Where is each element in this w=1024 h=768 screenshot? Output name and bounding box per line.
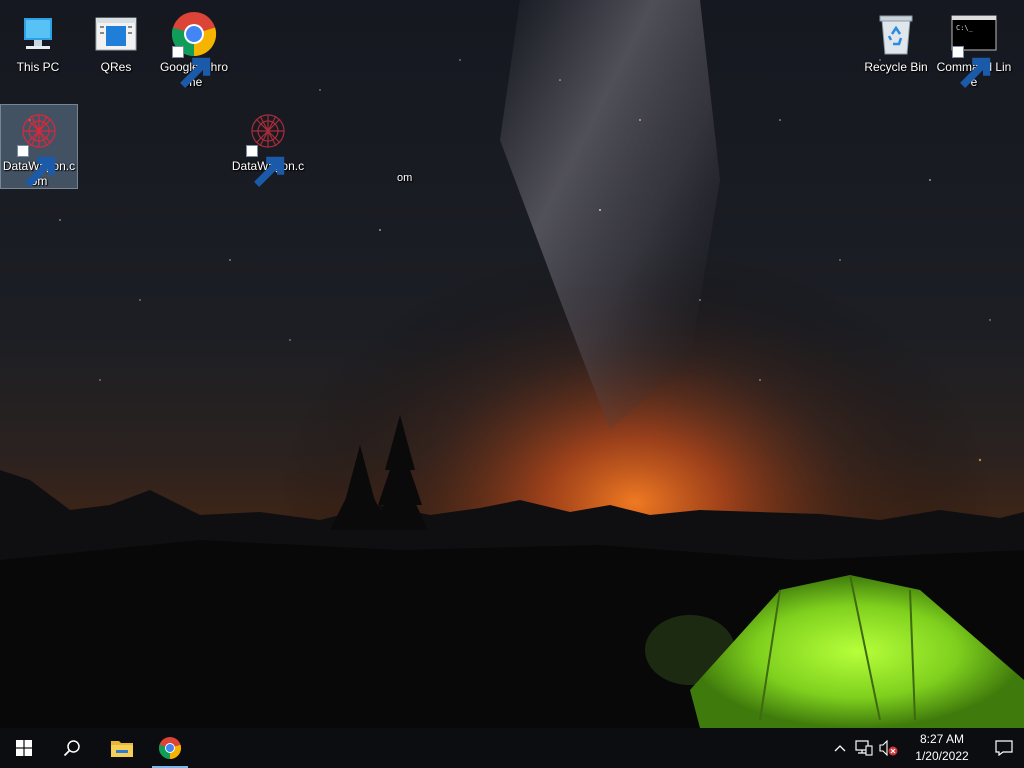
- chevron-up-icon: [834, 745, 846, 752]
- desktop-icon-label: This PC: [16, 60, 60, 74]
- this-pc-icon: [14, 10, 62, 58]
- clock[interactable]: 8:27 AM 1/20/2022: [900, 731, 984, 765]
- chrome-icon: [158, 737, 182, 760]
- datawagon-icon: [244, 109, 292, 187]
- show-hidden-icons-button[interactable]: [828, 728, 852, 768]
- datawagon-icon: [15, 109, 63, 187]
- action-center-button[interactable]: [984, 728, 1024, 768]
- clock-time: 8:27 AM: [919, 732, 965, 746]
- search-icon: [63, 740, 80, 757]
- desktop-icon-label: QRes: [100, 60, 132, 74]
- qres-icon: [92, 10, 140, 58]
- shortcut-arrow-icon: [952, 46, 991, 88]
- shortcut-arrow-icon: [172, 46, 211, 88]
- desktop-icon-recycle-bin[interactable]: Recycle Bin: [858, 6, 934, 75]
- recycle-bin-icon: [872, 10, 920, 58]
- taskbar-file-explorer[interactable]: [98, 728, 146, 768]
- search-button[interactable]: [48, 728, 96, 768]
- desktop[interactable]: This PC QRes Google Chrome Recycle Bin C…: [0, 0, 1024, 728]
- network-button[interactable]: [852, 728, 876, 768]
- desktop-icon-datawagon-dragging[interactable]: DataWagon.c: [230, 105, 306, 187]
- stray-label-fragment: om: [397, 172, 413, 184]
- chrome-icon: [170, 10, 218, 88]
- desktop-icon-label: Recycle Bin: [864, 60, 928, 74]
- command-line-icon: C:\_: [950, 10, 998, 88]
- volume-button[interactable]: [876, 728, 900, 768]
- desktop-icon-qres[interactable]: QRes: [78, 6, 154, 75]
- wallpaper: [0, 0, 1024, 728]
- start-icon: [16, 740, 32, 756]
- taskbar-google-chrome[interactable]: [146, 728, 194, 768]
- system-tray: 8:27 AM 1/20/2022: [828, 728, 1024, 768]
- shortcut-arrow-icon: [17, 145, 56, 187]
- taskbar: 8:27 AM 1/20/2022: [0, 728, 1024, 768]
- desktop-icon-datawagon-selected[interactable]: DataWagon.com: [0, 104, 78, 189]
- action-center-icon: [995, 740, 1013, 756]
- shortcut-arrow-icon: [246, 145, 285, 187]
- desktop-icon-command-line[interactable]: C:\_ Command Line: [936, 6, 1012, 90]
- volume-muted-icon: [879, 740, 898, 756]
- network-icon: [855, 740, 873, 756]
- clock-date: 1/20/2022: [915, 749, 969, 763]
- file-explorer-icon: [111, 741, 133, 757]
- desktop-icon-this-pc[interactable]: This PC: [0, 6, 76, 75]
- desktop-icon-google-chrome[interactable]: Google Chrome: [156, 6, 232, 90]
- start-button[interactable]: [0, 728, 48, 768]
- svg-text:C:\_: C:\_: [956, 24, 974, 32]
